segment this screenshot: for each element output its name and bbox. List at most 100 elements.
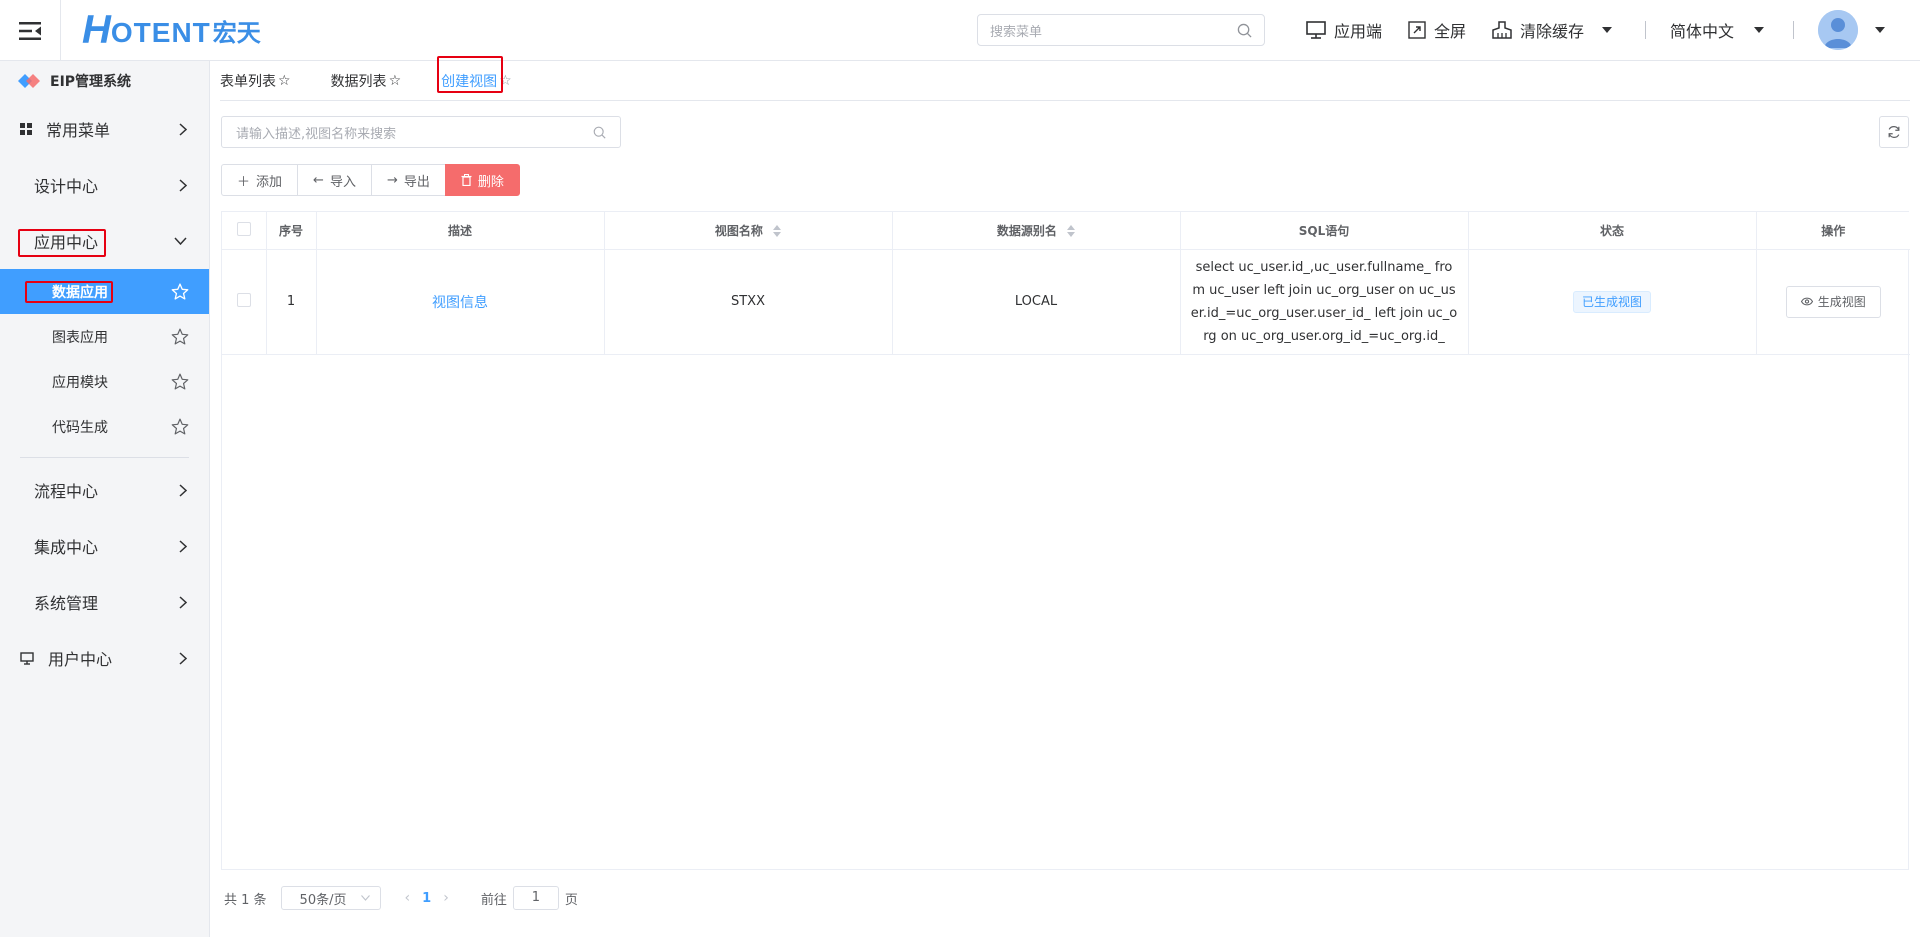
app-end-button[interactable]: 应用端 bbox=[1306, 18, 1382, 42]
page-number[interactable]: 1 bbox=[422, 891, 431, 906]
star-icon[interactable] bbox=[171, 328, 189, 345]
column-header-view-name[interactable]: 视图名称 bbox=[604, 212, 893, 250]
add-button[interactable]: ＋ 添加 bbox=[221, 164, 299, 196]
prev-page-button[interactable]: ‹ bbox=[405, 890, 411, 906]
chevron-right-icon bbox=[179, 178, 187, 192]
view-table: 序号 描述 视图名称 数据源别名 SQL语句 状态 操作 1 视图信息 STXX… bbox=[221, 211, 1910, 870]
goto-label: 前往 bbox=[480, 892, 507, 908]
star-outline-icon[interactable]: ☆ bbox=[389, 73, 402, 89]
sidebar-subitem-app-module[interactable]: 应用模块 bbox=[0, 359, 209, 404]
language-dropdown[interactable]: 简体中文 bbox=[1670, 18, 1765, 42]
tab-label: 创建视图 bbox=[441, 73, 498, 90]
row-select-cell bbox=[222, 249, 267, 355]
menu-fold-icon bbox=[19, 21, 41, 40]
caret-down-icon bbox=[1602, 27, 1613, 33]
sidebar-divider bbox=[20, 457, 189, 458]
sidebar-item-system-admin[interactable]: 系统管理 bbox=[0, 574, 209, 630]
sidebar-item-label: 用户中心 bbox=[48, 650, 113, 669]
fullscreen-button[interactable]: 全屏 bbox=[1408, 18, 1466, 42]
column-header-sql: SQL语句 bbox=[1180, 212, 1469, 250]
logo-cn: 宏天 bbox=[212, 19, 261, 47]
sidebar-subitem-chart-app[interactable]: 图表应用 bbox=[0, 314, 209, 359]
chevron-right-icon bbox=[179, 651, 187, 665]
tab-label: 数据列表 bbox=[330, 73, 387, 90]
star-icon[interactable] bbox=[171, 373, 189, 390]
row-desc-cell: 视图信息 bbox=[316, 249, 605, 355]
main-content: 表单列表 ☆ 数据列表 ☆ 创建视图 ☆ 请输入描述,视图名称来搜索 ＋ 添加 … bbox=[210, 55, 1920, 937]
star-outline-icon[interactable]: ☆ bbox=[499, 73, 512, 89]
clear-cache-dropdown[interactable]: 清除缓存 bbox=[1492, 18, 1613, 42]
generate-view-button[interactable]: 生成视图 bbox=[1785, 285, 1881, 318]
chevron-right-icon bbox=[179, 122, 187, 136]
row-checkbox[interactable] bbox=[236, 292, 251, 307]
select-all-checkbox[interactable] bbox=[236, 221, 251, 236]
top-header: H OTENT 宏天 搜索菜单 应用端 全屏 清除缓存 简体中文 bbox=[0, 0, 1920, 61]
search-icon bbox=[1237, 23, 1252, 38]
chevron-down-icon bbox=[360, 895, 370, 901]
column-header-status: 状态 bbox=[1468, 212, 1757, 250]
sidebar-item-label: 集成中心 bbox=[34, 538, 99, 557]
tab-bar: 表单列表 ☆ 数据列表 ☆ 创建视图 ☆ bbox=[220, 55, 1910, 101]
fullscreen-icon bbox=[1408, 21, 1426, 39]
sidebar-item-user-center[interactable]: 用户中心 bbox=[0, 630, 209, 686]
column-header-index: 序号 bbox=[266, 212, 317, 250]
user-avatar[interactable] bbox=[1818, 10, 1858, 50]
import-label: 导入 bbox=[329, 174, 356, 190]
header-divider bbox=[1645, 21, 1646, 39]
sidebar-subitem-label: 代码生成 bbox=[52, 419, 108, 436]
page-size-select[interactable]: 50条/页 bbox=[280, 886, 381, 910]
app-end-label: 应用端 bbox=[1334, 22, 1383, 41]
sidebar-item-design-center[interactable]: 设计中心 bbox=[0, 157, 209, 213]
monitor-icon bbox=[1306, 21, 1326, 39]
column-header-label: 视图名称 bbox=[714, 223, 763, 238]
goto-page-input[interactable]: 1 bbox=[512, 886, 559, 910]
user-avatar-icon bbox=[1818, 10, 1858, 50]
menu-search-input[interactable]: 搜索菜单 bbox=[977, 14, 1265, 46]
sidebar-item-process-center[interactable]: 流程中心 bbox=[0, 462, 209, 518]
sidebar-subitem-data-app[interactable]: 数据应用 bbox=[0, 269, 209, 314]
refresh-icon bbox=[1888, 126, 1900, 138]
next-page-button[interactable]: › bbox=[443, 890, 449, 906]
table-row: 1 视图信息 STXX LOCAL select uc_user.id_,uc_… bbox=[222, 249, 1910, 355]
page-unit-label: 页 bbox=[564, 892, 578, 908]
tab-create-view[interactable]: 创建视图 ☆ bbox=[437, 55, 512, 93]
sidebar-item-app-center[interactable]: 应用中心 bbox=[0, 213, 209, 269]
tab-form-list[interactable]: 表单列表 ☆ bbox=[220, 71, 291, 91]
delete-button[interactable]: 删除 bbox=[444, 164, 520, 196]
row-action-cell: 生成视图 bbox=[1756, 249, 1910, 355]
row-sql: select uc_user.id_,uc_user.fullname_ fro… bbox=[1190, 259, 1458, 344]
star-outline-icon[interactable]: ☆ bbox=[278, 73, 291, 89]
page-size-value: 50条/页 bbox=[299, 892, 347, 908]
pagination: 共 1 条 50条/页 ‹ 1 › 前往 1 页 bbox=[224, 883, 578, 913]
sidebar-subitem-code-gen[interactable]: 代码生成 bbox=[0, 404, 209, 449]
sidebar-item-common-menu[interactable]: 常用菜单 bbox=[0, 101, 209, 157]
row-desc-link[interactable]: 视图信息 bbox=[432, 295, 488, 311]
collapse-menu-button[interactable] bbox=[0, 0, 61, 61]
arrow-left-icon: ← bbox=[313, 172, 324, 188]
sidebar-subitem-label: 应用模块 bbox=[52, 374, 108, 391]
view-search-placeholder: 请输入描述,视图名称来搜索 bbox=[236, 126, 397, 142]
sort-icon[interactable] bbox=[1067, 225, 1076, 238]
monitor-icon bbox=[20, 651, 34, 665]
system-logo-icon bbox=[18, 74, 40, 88]
system-title: EIP管理系统 bbox=[0, 61, 209, 101]
arrow-right-icon: → bbox=[386, 172, 398, 188]
add-label: 添加 bbox=[256, 174, 283, 190]
system-title-text: EIP管理系统 bbox=[50, 74, 132, 90]
avatar-caret-down-icon[interactable] bbox=[1875, 27, 1885, 33]
import-button[interactable]: ← 导入 bbox=[297, 164, 372, 196]
export-button[interactable]: → 导出 bbox=[370, 164, 446, 196]
sidebar-item-label: 设计中心 bbox=[34, 177, 99, 196]
sort-icon[interactable] bbox=[773, 225, 782, 238]
column-header-datasource[interactable]: 数据源别名 bbox=[892, 212, 1181, 250]
generate-view-label: 生成视图 bbox=[1817, 295, 1866, 309]
refresh-button[interactable] bbox=[1879, 116, 1909, 148]
view-search-input[interactable]: 请输入描述,视图名称来搜索 bbox=[221, 116, 621, 148]
sidebar-item-label: 常用菜单 bbox=[46, 121, 111, 140]
star-icon[interactable] bbox=[171, 283, 189, 300]
sidebar-subitem-label: 数据应用 bbox=[52, 284, 108, 301]
row-view-name: STXX bbox=[604, 249, 893, 355]
tab-data-list[interactable]: 数据列表 ☆ bbox=[331, 71, 402, 91]
star-icon[interactable] bbox=[171, 418, 189, 435]
sidebar-item-integration-center[interactable]: 集成中心 bbox=[0, 518, 209, 574]
